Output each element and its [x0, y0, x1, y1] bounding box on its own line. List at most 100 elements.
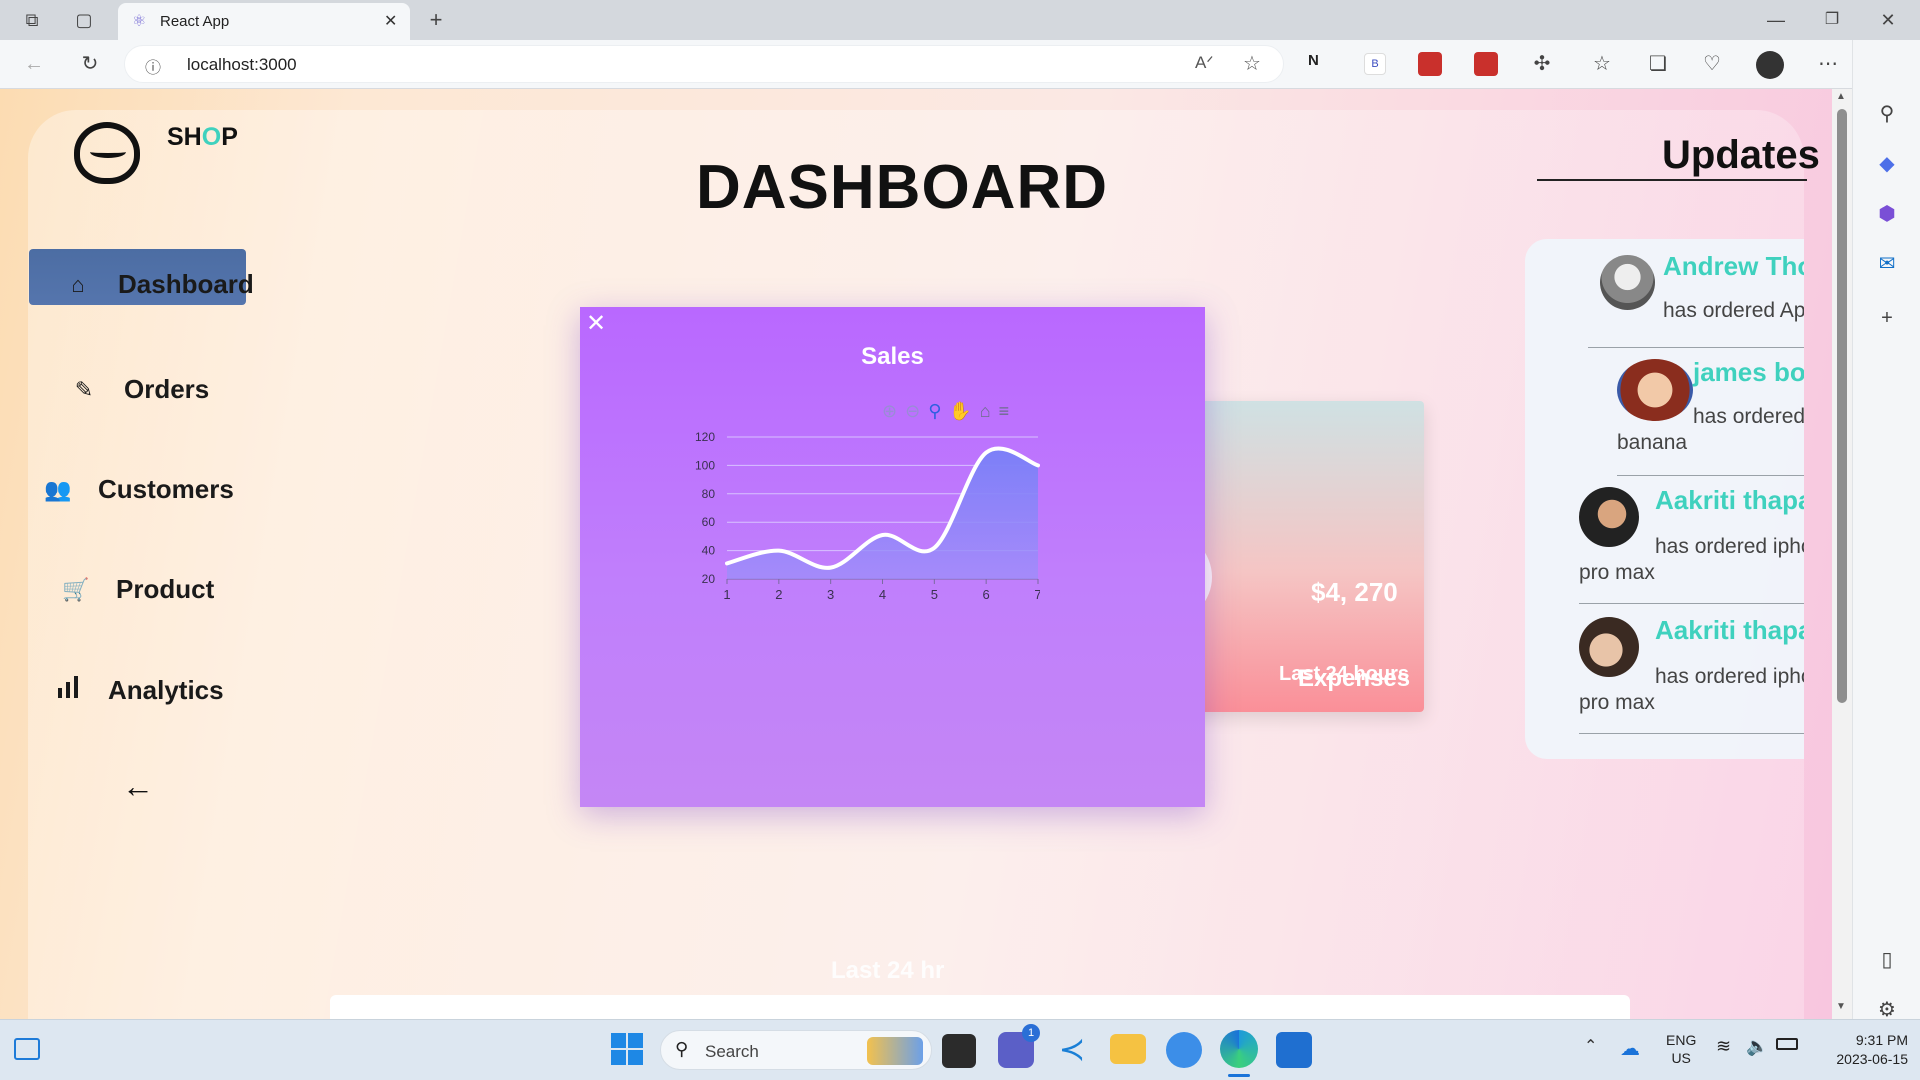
profile-avatar[interactable]	[1756, 51, 1784, 79]
close-window-icon[interactable]: ✕	[1870, 2, 1906, 38]
new-tab-icon[interactable]: +	[418, 2, 454, 38]
sidebar-panel-icon[interactable]: ▯	[1869, 942, 1905, 978]
update-text-2: banana	[1617, 431, 1688, 454]
page-title: DASHBOARD	[696, 153, 1108, 222]
sidebar-item-dashboard[interactable]: ⌂ Dashboard	[60, 269, 254, 300]
tray-chevron-icon[interactable]: ⌃	[1584, 1036, 1597, 1056]
browser-tab[interactable]: ⚛ React App ✕	[118, 3, 410, 40]
sidebar-item-analytics[interactable]: Analytics	[50, 674, 224, 707]
react-favicon-icon: ⚛	[132, 13, 147, 30]
shop-logo-icon	[74, 122, 140, 184]
vscode-icon[interactable]: ≺	[1054, 1032, 1090, 1068]
edge-active-indicator	[1228, 1074, 1250, 1077]
performance-icon[interactable]: ♡	[1694, 46, 1730, 82]
update-text: has ordered	[1693, 405, 1804, 428]
extensions-puzzle-icon[interactable]: ✣	[1524, 46, 1560, 82]
y-tick-label: 120	[695, 430, 715, 444]
date-text: 2023-06-15	[1836, 1051, 1908, 1067]
scroll-up-icon[interactable]: ▲	[1836, 91, 1846, 102]
update-name: james bond	[1693, 357, 1804, 387]
weather-app-icon[interactable]	[1166, 1032, 1202, 1068]
windows-start-icon[interactable]	[611, 1033, 643, 1065]
tab-actions-icon[interactable]: ▢	[66, 2, 102, 38]
scroll-down-icon[interactable]: ▼	[1836, 1001, 1846, 1012]
more-menu-icon[interactable]: ⋯	[1810, 46, 1846, 82]
sidebar-item-orders[interactable]: ✎ Orders	[66, 374, 209, 405]
restore-icon[interactable]: ❐	[1814, 2, 1850, 38]
page-viewport: SHOP ⌂ Dashboard ✎ Orders 👥 Customers 🛒 …	[0, 89, 1832, 1019]
sidebar-item-product[interactable]: 🛒 Product	[58, 574, 214, 605]
volume-icon[interactable]: 🔈	[1746, 1036, 1768, 1057]
widgets-icon[interactable]	[14, 1038, 40, 1060]
expenses-card[interactable]: $4, 270 Last 24 hours Expenses	[1120, 401, 1424, 712]
sidebar-item-label: Orders	[124, 374, 210, 404]
brand-name: SHOP	[167, 123, 238, 151]
clock[interactable]: 9:31 PM 2023-06-15	[1812, 1031, 1908, 1069]
info-icon[interactable]: ⓘ	[145, 54, 161, 78]
taskbar-search[interactable]: ⚲ Search	[660, 1030, 932, 1070]
close-tab-icon[interactable]: ✕	[384, 11, 397, 31]
file-explorer-icon[interactable]	[1110, 1034, 1146, 1064]
updates-heading: Updates	[1662, 133, 1820, 177]
avatar	[1600, 255, 1655, 310]
cart-icon: 🛒	[62, 576, 90, 602]
red-extension-icon[interactable]	[1418, 52, 1442, 76]
onedrive-icon[interactable]: ☁	[1620, 1036, 1640, 1061]
sales-area-fill	[727, 448, 1038, 579]
updates-panel: Andrew Thomas has ordered Apple smart wa…	[1525, 239, 1804, 759]
divider	[1617, 475, 1804, 476]
wifi-icon[interactable]: ≋	[1716, 1036, 1731, 1057]
x-tick-label: 4	[879, 587, 886, 602]
url-box[interactable]: ⓘ localhost:3000 Aᐟ ☆	[124, 45, 1284, 83]
bottom-caption: Last 24 hr	[831, 957, 945, 984]
users-icon: 👥	[44, 476, 72, 502]
store-icon[interactable]	[1276, 1032, 1312, 1068]
card-title: Expenses	[1298, 665, 1411, 692]
sidebar-item-label: Analytics	[108, 675, 224, 705]
update-text-2: pro max	[1579, 691, 1655, 714]
card-amount: $4, 270	[1311, 577, 1398, 607]
red-extension-2-icon[interactable]	[1474, 52, 1498, 76]
read-aloud-icon[interactable]: Aᐟ	[1195, 53, 1214, 73]
update-text-2: pro max	[1579, 561, 1655, 584]
avatar	[1579, 617, 1639, 677]
y-tick-label: 80	[702, 487, 716, 501]
sidebar-add-icon[interactable]: +	[1869, 300, 1905, 336]
edge-browser-icon[interactable]	[1220, 1030, 1258, 1068]
x-tick-label: 5	[931, 587, 938, 602]
back-icon[interactable]: ←	[16, 46, 52, 82]
collapse-arrow-icon[interactable]: ←	[122, 768, 154, 805]
minimize-icon[interactable]: —	[1758, 2, 1794, 38]
page-scrollbar[interactable]: ▲ ▼	[1832, 89, 1852, 1019]
favorites-icon[interactable]: ☆	[1584, 46, 1620, 82]
favorite-star-icon[interactable]: ☆	[1243, 51, 1261, 76]
workspaces-icon[interactable]: ⧉	[14, 2, 50, 38]
sidebar-tag-icon[interactable]: ◆	[1869, 146, 1905, 182]
language-indicator[interactable]: ENG US	[1666, 1031, 1696, 1067]
x-tick-label: 2	[775, 587, 782, 602]
bottom-table-card	[330, 995, 1630, 1019]
teams-chat-icon[interactable]: 1	[998, 1024, 1040, 1068]
scrollbar-thumb[interactable]	[1837, 109, 1847, 703]
x-tick-label: 6	[983, 587, 990, 602]
url-text[interactable]: localhost:3000	[187, 55, 297, 75]
battery-icon[interactable]	[1776, 1038, 1798, 1050]
notion-extension-icon[interactable]: N	[1308, 52, 1332, 76]
sidebar-item-label: Dashboard	[118, 269, 254, 299]
task-view-icon[interactable]	[942, 1034, 976, 1068]
sidebar-office-icon[interactable]: ⬢	[1869, 196, 1905, 232]
divider	[1579, 603, 1804, 604]
refresh-icon[interactable]: ↻	[72, 46, 108, 82]
collections-icon[interactable]: ❏	[1640, 46, 1676, 82]
bitwarden-extension-icon[interactable]: B	[1364, 53, 1386, 75]
sidebar-item-customers[interactable]: 👥 Customers	[40, 474, 234, 505]
sidebar-item-label: Product	[116, 574, 215, 604]
x-tick-label: 7	[1034, 587, 1040, 602]
divider	[1588, 347, 1804, 348]
clipboard-icon: ✎	[74, 376, 94, 402]
sidebar-outlook-icon[interactable]: ✉	[1869, 246, 1905, 282]
sidebar-search-icon[interactable]: ⚲	[1869, 96, 1905, 132]
close-modal-icon[interactable]: ✕	[586, 309, 606, 338]
avatar	[1579, 487, 1639, 547]
sales-modal: ✕ Sales ⊕ ⊖ ⚲ ✋ ⌂ ≡ 20 40 60 80 100 120 1 2 3 4 5 6…	[580, 307, 1205, 807]
